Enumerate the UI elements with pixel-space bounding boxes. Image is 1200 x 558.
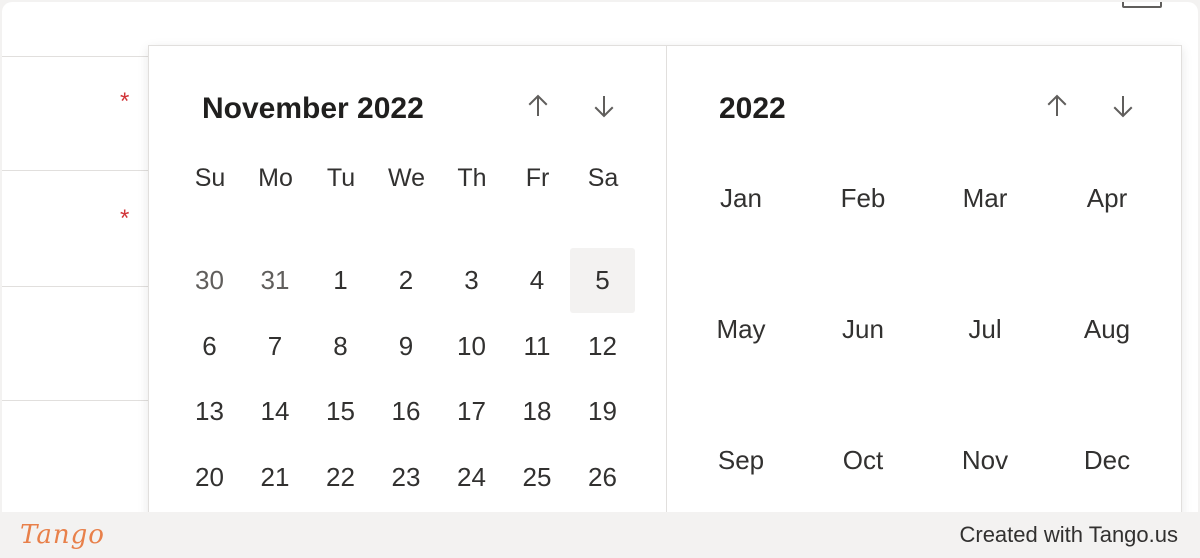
day-cell-today[interactable]: 5	[570, 248, 635, 313]
previous-year-button[interactable]	[1037, 86, 1077, 126]
day-cell[interactable]: 19	[570, 379, 635, 444]
next-year-button[interactable]	[1103, 86, 1143, 126]
day-grid: 30 31 1 2 3 4 5 6 7 8 9 10 11 12 13 14 15 16 17 18 19 20 21 22 2…	[177, 248, 647, 512]
brand-logo: Tango	[20, 520, 105, 550]
day-cell[interactable]: 12	[570, 314, 635, 379]
month-cell-oct[interactable]: Oct	[802, 430, 924, 490]
day-cell[interactable]: 7	[243, 314, 308, 379]
arrow-up-icon	[1047, 94, 1067, 116]
month-cell-dec[interactable]: Dec	[1046, 430, 1168, 490]
day-cell[interactable]: 13	[177, 379, 242, 444]
screenshot-frame: * * November 2022 Su Mo Tu We Th Fr Sa 30 31 1 2 3…	[0, 0, 1200, 558]
day-cell[interactable]: 9	[374, 314, 439, 379]
form-row-divider	[2, 170, 152, 171]
weekday-label: Su	[194, 164, 226, 192]
month-cell-apr[interactable]: Apr	[1046, 168, 1168, 228]
day-cell[interactable]: 30	[177, 248, 242, 313]
day-cell[interactable]: 14	[243, 379, 308, 444]
day-cell[interactable]: 21	[243, 445, 308, 510]
day-cell[interactable]: 2	[374, 248, 439, 313]
day-cell[interactable]: 26	[570, 445, 635, 510]
day-cell[interactable]: 23	[374, 445, 439, 510]
required-marker: *	[120, 205, 130, 232]
day-cell[interactable]: 15	[308, 379, 373, 444]
month-cell-jan[interactable]: Jan	[680, 168, 802, 228]
year-label[interactable]: 2022	[719, 92, 786, 126]
day-cell[interactable]: 10	[439, 314, 504, 379]
day-picker: November 2022 Su Mo Tu We Th Fr Sa 30 31 1 2 3 4 5 6 7…	[149, 46, 666, 512]
month-picker: 2022 Jan Feb Mar Apr May Jun Jul Aug Sep Oct Nov De…	[666, 46, 1183, 512]
arrow-down-icon	[594, 96, 614, 118]
day-cell[interactable]: 3	[439, 248, 504, 313]
weekday-label: Sa	[587, 164, 619, 192]
required-marker: *	[120, 88, 130, 115]
calendar-toggle-icon[interactable]	[1122, 2, 1162, 8]
form-card: * * November 2022 Su Mo Tu We Th Fr Sa 30 31 1 2 3…	[2, 2, 1198, 512]
next-month-button[interactable]	[584, 86, 624, 126]
day-cell[interactable]: 8	[308, 314, 373, 379]
month-cell-aug[interactable]: Aug	[1046, 299, 1168, 359]
weekday-label: Th	[457, 164, 487, 192]
day-cell[interactable]: 31	[243, 248, 308, 313]
month-cell-mar[interactable]: Mar	[924, 168, 1046, 228]
weekday-label: Mo	[258, 164, 293, 192]
month-cell-sep[interactable]: Sep	[680, 430, 802, 490]
day-cell[interactable]: 11	[505, 314, 570, 379]
day-cell[interactable]: 4	[505, 248, 570, 313]
form-row-divider	[2, 56, 152, 57]
month-cell-nov[interactable]: Nov	[924, 430, 1046, 490]
weekday-label: Fr	[525, 164, 550, 192]
day-cell[interactable]: 1	[308, 248, 373, 313]
month-cell-jun[interactable]: Jun	[802, 299, 924, 359]
month-year-label[interactable]: November 2022	[202, 92, 424, 126]
form-row-divider	[2, 286, 152, 287]
arrow-down-icon	[1113, 96, 1133, 118]
weekday-label: We	[387, 164, 426, 192]
previous-month-button[interactable]	[518, 86, 558, 126]
month-cell-jul[interactable]: Jul	[924, 299, 1046, 359]
day-cell[interactable]: 25	[505, 445, 570, 510]
day-cell[interactable]: 17	[439, 379, 504, 444]
day-cell[interactable]: 24	[439, 445, 504, 510]
footer-bar: Tango Created with Tango.us	[0, 512, 1200, 558]
credit-text: Created with Tango.us	[959, 522, 1178, 547]
day-cell[interactable]: 16	[374, 379, 439, 444]
arrow-up-icon	[528, 94, 548, 116]
date-picker-popup: November 2022 Su Mo Tu We Th Fr Sa 30 31 1 2 3 4 5 6 7…	[148, 45, 1182, 512]
day-cell[interactable]: 18	[505, 379, 570, 444]
month-cell-may[interactable]: May	[680, 299, 802, 359]
day-cell[interactable]: 20	[177, 445, 242, 510]
month-cell-feb[interactable]: Feb	[802, 168, 924, 228]
day-cell[interactable]: 22	[308, 445, 373, 510]
form-row-divider	[2, 400, 152, 401]
weekday-label: Tu	[326, 164, 356, 192]
day-cell[interactable]: 6	[177, 314, 242, 379]
